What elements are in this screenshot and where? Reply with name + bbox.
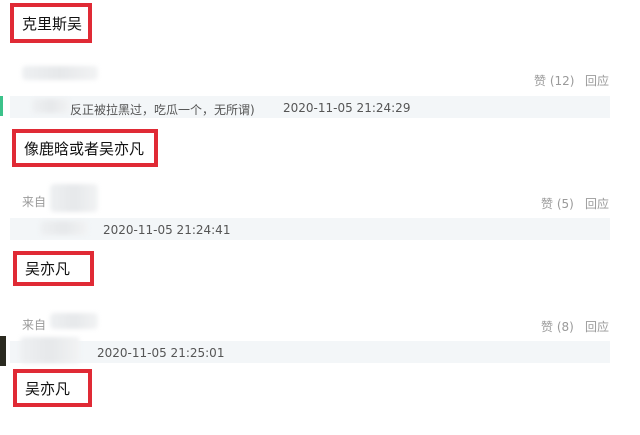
blurred-quote-user-2 [40, 221, 88, 235]
highlight-text-3: 吴亦凡 [25, 260, 71, 278]
highlight-box-3: 吴亦凡 [13, 251, 94, 286]
quote-text-1: 反正被拉黑过，吃瓜一个，无所谓) [70, 103, 255, 117]
highlight-box-1: 克里斯吴 [10, 3, 92, 43]
reply-button-3[interactable]: 回应 [585, 318, 609, 335]
source-label-2: 来自 [22, 195, 47, 209]
like-button-1[interactable]: 赞 (12) [534, 72, 574, 89]
blurred-username-1 [22, 66, 98, 80]
quote-row-2 [10, 218, 610, 240]
reply-button-1[interactable]: 回应 [585, 72, 609, 89]
like-button-2[interactable]: 赞 (5) [541, 195, 574, 212]
blurred-quote-user-1 [32, 99, 70, 113]
highlight-box-4: 吴亦凡 [13, 369, 92, 407]
like-button-3[interactable]: 赞 (8) [541, 318, 574, 335]
blurred-quote-user-3 [20, 337, 80, 363]
left-edge-dark [0, 336, 6, 366]
highlight-text-1: 克里斯吴 [22, 14, 83, 33]
blurred-source-2 [50, 184, 98, 212]
highlight-text-2: 像鹿晗或者吴亦凡 [24, 139, 145, 158]
highlight-text-4: 吴亦凡 [25, 379, 71, 398]
timestamp-3: 2020-11-05 21:25:01 [97, 346, 225, 360]
left-edge-accent [0, 96, 3, 116]
highlight-box-2: 像鹿晗或者吴亦凡 [12, 129, 158, 167]
timestamp-1: 2020-11-05 21:24:29 [283, 101, 411, 115]
reply-button-2[interactable]: 回应 [585, 195, 609, 212]
timestamp-2: 2020-11-05 21:24:41 [103, 223, 231, 237]
blurred-source-3 [50, 313, 98, 329]
source-label-3: 来自 [22, 318, 47, 332]
